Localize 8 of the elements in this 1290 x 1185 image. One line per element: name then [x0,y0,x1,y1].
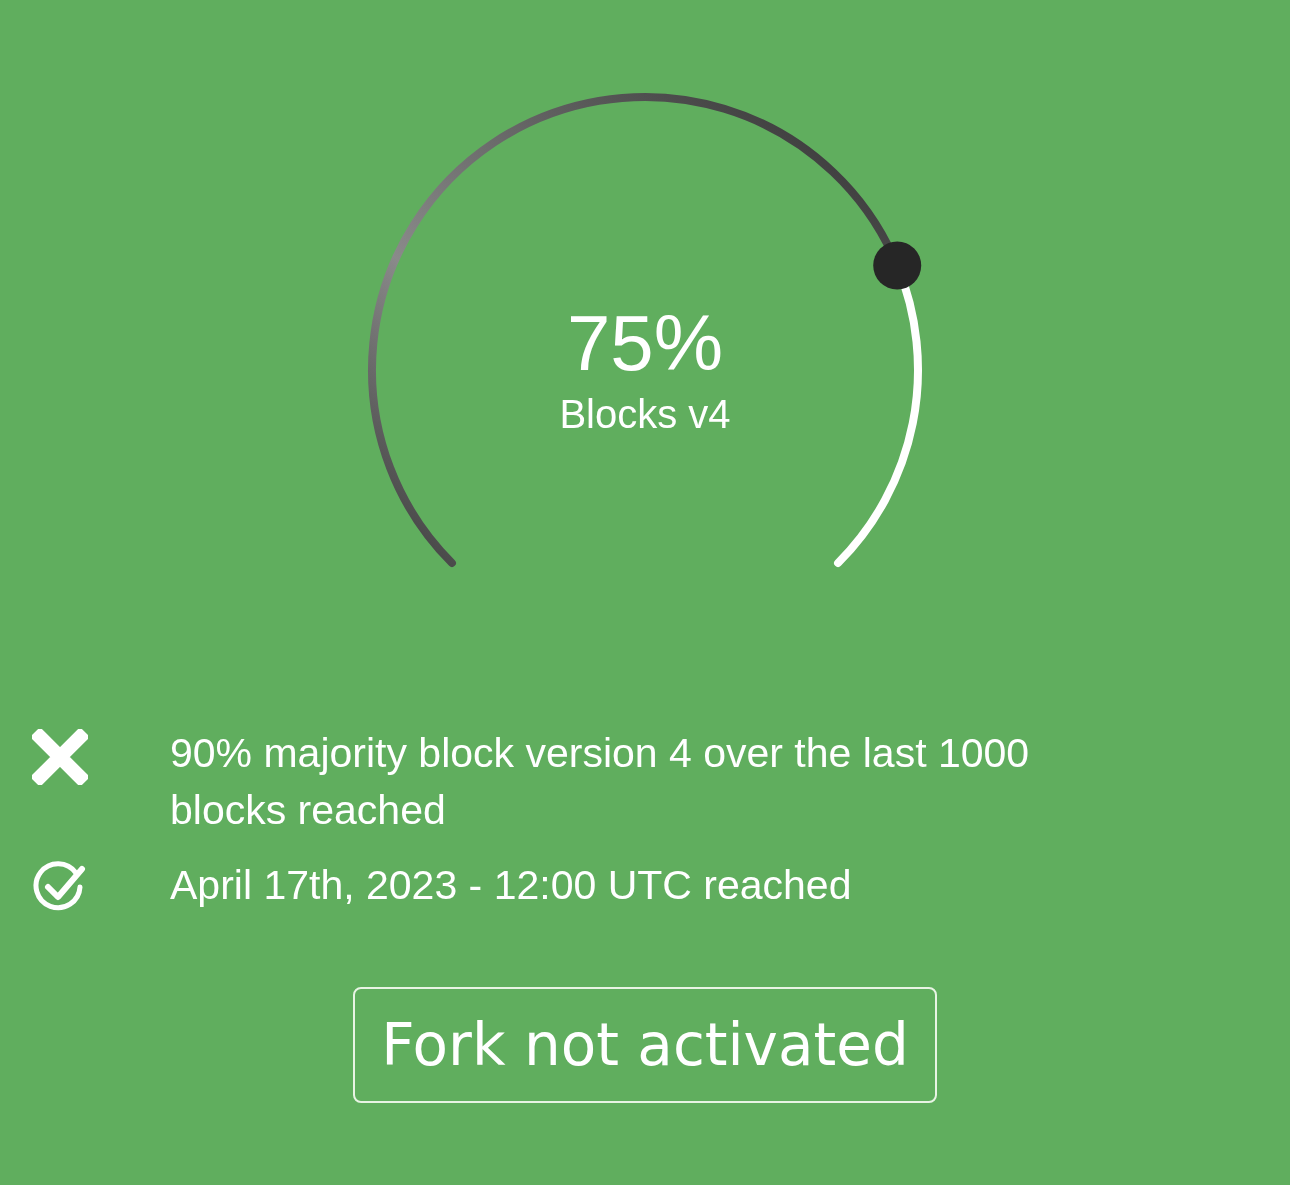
gauge-value: 75% [566,303,724,382]
status-button[interactable]: Fork not activated [353,987,937,1103]
condition-text: April 17th, 2023 - 12:00 UTC reached [170,861,853,910]
gauge-knob[interactable] [873,241,922,290]
check-circle-icon [32,861,88,913]
cross-icon [32,729,88,785]
condition-text: 90% majority block version 4 over the last 1000 blocks reached [170,729,1031,835]
gauge-label: Blocks v4 [559,391,731,437]
